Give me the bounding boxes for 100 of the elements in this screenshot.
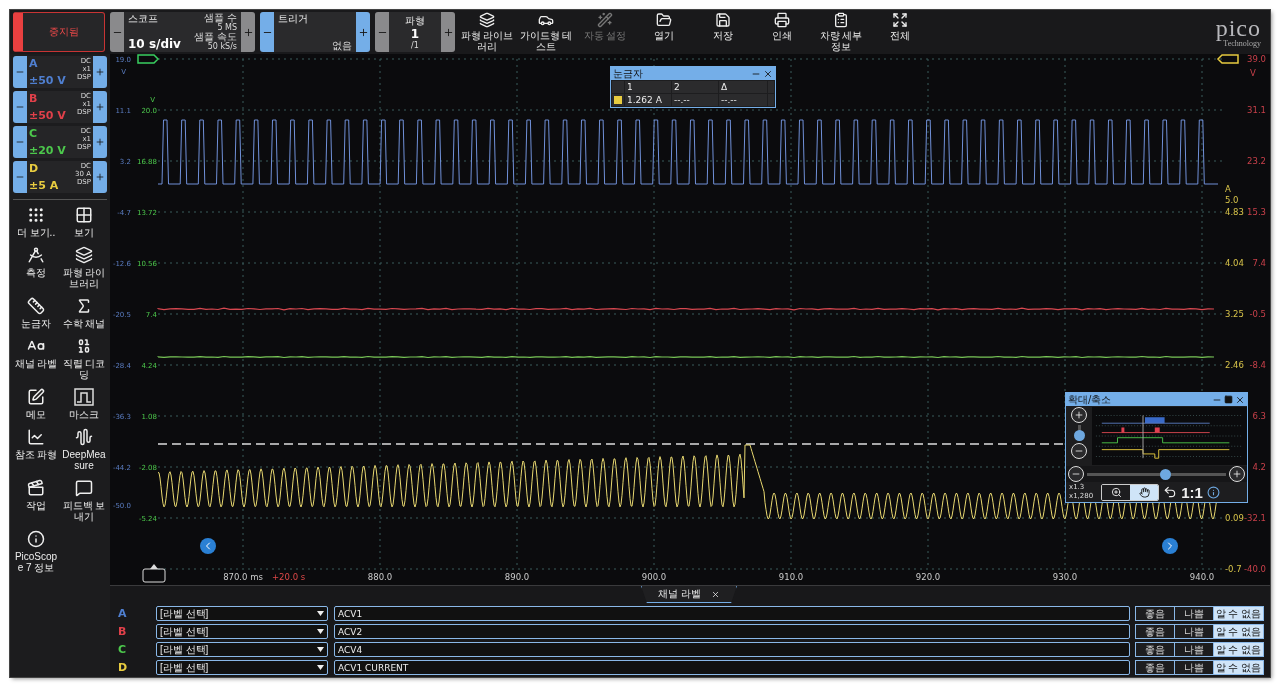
wand-icon: [597, 12, 613, 28]
channel-letter: C: [29, 127, 38, 140]
time-marker-icon[interactable]: [142, 564, 166, 583]
close-icon[interactable]: [710, 589, 720, 599]
window-title: 눈금자: [613, 67, 643, 80]
sidebar-tool[interactable]: 측정: [13, 246, 59, 289]
maximize-icon[interactable]: [1224, 395, 1233, 404]
label-field[interactable]: ACV1 CURRENT: [334, 660, 1130, 675]
panel-tab[interactable]: 채널 라벨: [641, 586, 737, 603]
axis-label: 0.09: [1225, 513, 1244, 523]
waveform-total: /1: [411, 40, 419, 50]
rating-button[interactable]: 알 수 없음: [1212, 642, 1264, 657]
sidebar-tool[interactable]: 더 보기..: [13, 206, 59, 238]
sidebar-tool[interactable]: 마스크: [61, 388, 107, 420]
rating-button[interactable]: 좋음: [1135, 642, 1175, 657]
dropdown-arrow-icon: [317, 629, 324, 634]
waveform-number: 1: [410, 26, 420, 41]
rate-label: 샘플 속도: [193, 32, 237, 42]
axis-label: -0.7: [1225, 564, 1242, 574]
sidebar-tool[interactable]: 수학 채널: [61, 297, 107, 329]
dropdown-arrow-icon: [317, 611, 324, 616]
channel-range[interactable]: ±20 V: [29, 144, 66, 157]
axis-label: 890.0: [504, 572, 530, 582]
rating-button[interactable]: 나쁨: [1173, 660, 1214, 675]
channel-range[interactable]: ±5 A: [29, 179, 59, 192]
channel-letter: B: [118, 625, 127, 638]
channel-range[interactable]: ±50 V: [29, 109, 66, 122]
toolbar-button[interactable]: 차량 세부 정보: [814, 12, 868, 52]
sidebar-tool[interactable]: PicoScope 7 정보: [13, 530, 59, 573]
rating-button[interactable]: 좋음: [1135, 606, 1175, 621]
label-field[interactable]: ACV2: [334, 624, 1130, 639]
rating-button[interactable]: 좋음: [1135, 660, 1175, 675]
message-icon: [74, 479, 94, 497]
info-icon[interactable]: [1206, 485, 1220, 499]
axis-label: 15.3: [1247, 207, 1266, 217]
toolbar-button[interactable]: 파형 라이브러리: [460, 12, 514, 52]
rating-button[interactable]: 알 수 없음: [1212, 624, 1264, 639]
zoom-out-button[interactable]: [1071, 443, 1087, 459]
plus-icon: [95, 137, 105, 147]
axis-label: 930.0: [1052, 572, 1078, 582]
clapperboard-icon: [26, 479, 46, 497]
timebase-value[interactable]: 10 s/div: [128, 37, 181, 51]
zoom-in-button[interactable]: [1071, 407, 1087, 423]
sidebar-tool[interactable]: 참조 파형: [13, 428, 59, 471]
chart-icon: [26, 428, 46, 446]
pan-mode-button[interactable]: [1130, 484, 1159, 500]
scope-title: 스코프: [128, 13, 159, 25]
rating-button[interactable]: 알 수 없음: [1212, 606, 1264, 621]
stack-icon: [74, 246, 94, 264]
reset-zoom-button[interactable]: 1:1: [1181, 483, 1203, 501]
offset-marker[interactable]: [137, 54, 160, 64]
label-select[interactable]: [라벨 선택]: [156, 642, 328, 657]
toolbar-button[interactable]: 인쇄: [755, 12, 809, 52]
sidebar-tool[interactable]: 파형 라이브러리: [61, 246, 107, 289]
axis-label: 2.46: [1225, 360, 1244, 370]
stack-icon: [479, 12, 495, 28]
label-field[interactable]: ACV4: [334, 642, 1130, 657]
sidebar-tool[interactable]: 메모: [13, 388, 59, 420]
sidebar-tool[interactable]: 직렬 디코딩: [61, 337, 107, 380]
zoom-out-button[interactable]: [1068, 466, 1084, 482]
rating-button[interactable]: 알 수 없음: [1212, 660, 1264, 675]
label-select[interactable]: [라벨 선택]: [156, 606, 328, 621]
offset-marker[interactable]: [1216, 54, 1239, 64]
toolbar-button[interactable]: 저장: [696, 12, 750, 52]
axis-label: 4.83: [1225, 207, 1244, 217]
ruler-icon: [26, 297, 46, 315]
rating-button[interactable]: 나쁨: [1173, 642, 1214, 657]
increase-button[interactable]: [356, 12, 370, 52]
slider-thumb[interactable]: [1073, 430, 1085, 442]
rating-button[interactable]: 좋음: [1135, 624, 1175, 639]
sidebar-tool[interactable]: 채널 라벨: [13, 337, 59, 380]
run-stop-button[interactable]: 중지됨: [13, 12, 105, 52]
axis-label: 900.0: [641, 572, 667, 582]
toolbar-button[interactable]: 전체: [873, 12, 927, 52]
sidebar-tool[interactable]: DeepMeasure: [61, 428, 107, 471]
increase-button[interactable]: [241, 12, 255, 52]
sidebar-tool[interactable]: 피드백 보내기: [61, 479, 107, 522]
label-field[interactable]: ACV1: [334, 606, 1130, 621]
toolbar-button[interactable]: 열기: [637, 12, 691, 52]
sidebar-tool[interactable]: 보기: [61, 206, 107, 238]
channel-letter: A: [29, 57, 38, 70]
close-icon[interactable]: [763, 68, 773, 79]
rating-button[interactable]: 나쁨: [1173, 606, 1214, 621]
plus-icon: [95, 102, 105, 112]
label-select[interactable]: [라벨 선택]: [156, 624, 328, 639]
note-icon: [26, 388, 46, 406]
slider-thumb[interactable]: [1159, 468, 1171, 480]
increase-button[interactable]: [441, 12, 455, 52]
close-icon[interactable]: [1235, 394, 1245, 405]
label-select[interactable]: [라벨 선택]: [156, 660, 328, 675]
channel-range[interactable]: ±50 V: [29, 74, 66, 87]
rating-button[interactable]: 나쁨: [1173, 624, 1214, 639]
toolbar-button[interactable]: 가이드형 테스트: [519, 12, 573, 52]
sidebar-tool[interactable]: 눈금자: [13, 297, 59, 329]
axis-label: 940.0: [1189, 572, 1215, 582]
waveform-title: 파형: [405, 14, 425, 27]
sidebar-tool[interactable]: 작업: [13, 479, 59, 522]
zoom-in-button[interactable]: [1229, 466, 1245, 482]
undo-icon[interactable]: [1163, 485, 1178, 499]
trigger-mode[interactable]: 없음: [332, 41, 352, 51]
